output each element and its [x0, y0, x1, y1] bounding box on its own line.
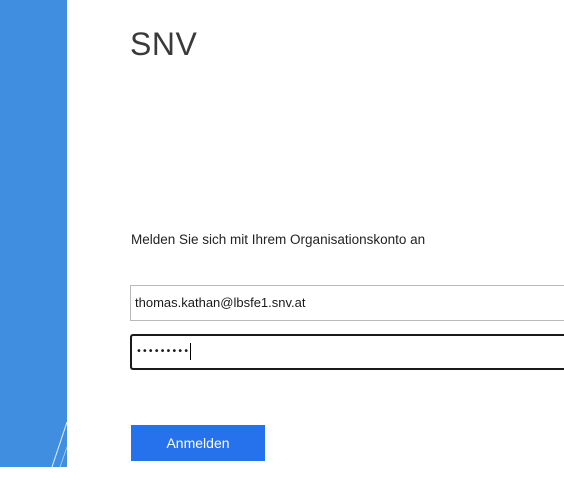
sign-in-button[interactable]: Anmelden — [131, 425, 265, 461]
decorative-lines — [51, 421, 67, 467]
sign-in-prompt: Melden Sie sich mit Ihrem Organisationsk… — [131, 232, 426, 247]
side-illustration-panel — [0, 0, 67, 467]
email-value: thomas.kathan@lbsfe1.snv.at — [135, 295, 306, 310]
login-page: SNV Melden Sie sich mit Ihrem Organisati… — [0, 0, 564, 493]
password-field[interactable]: ••••••••• — [130, 334, 564, 370]
organization-title: SNV — [130, 26, 198, 62]
email-field[interactable]: thomas.kathan@lbsfe1.snv.at — [130, 285, 564, 321]
text-cursor — [190, 342, 192, 360]
password-value: ••••••••• — [136, 346, 190, 357]
